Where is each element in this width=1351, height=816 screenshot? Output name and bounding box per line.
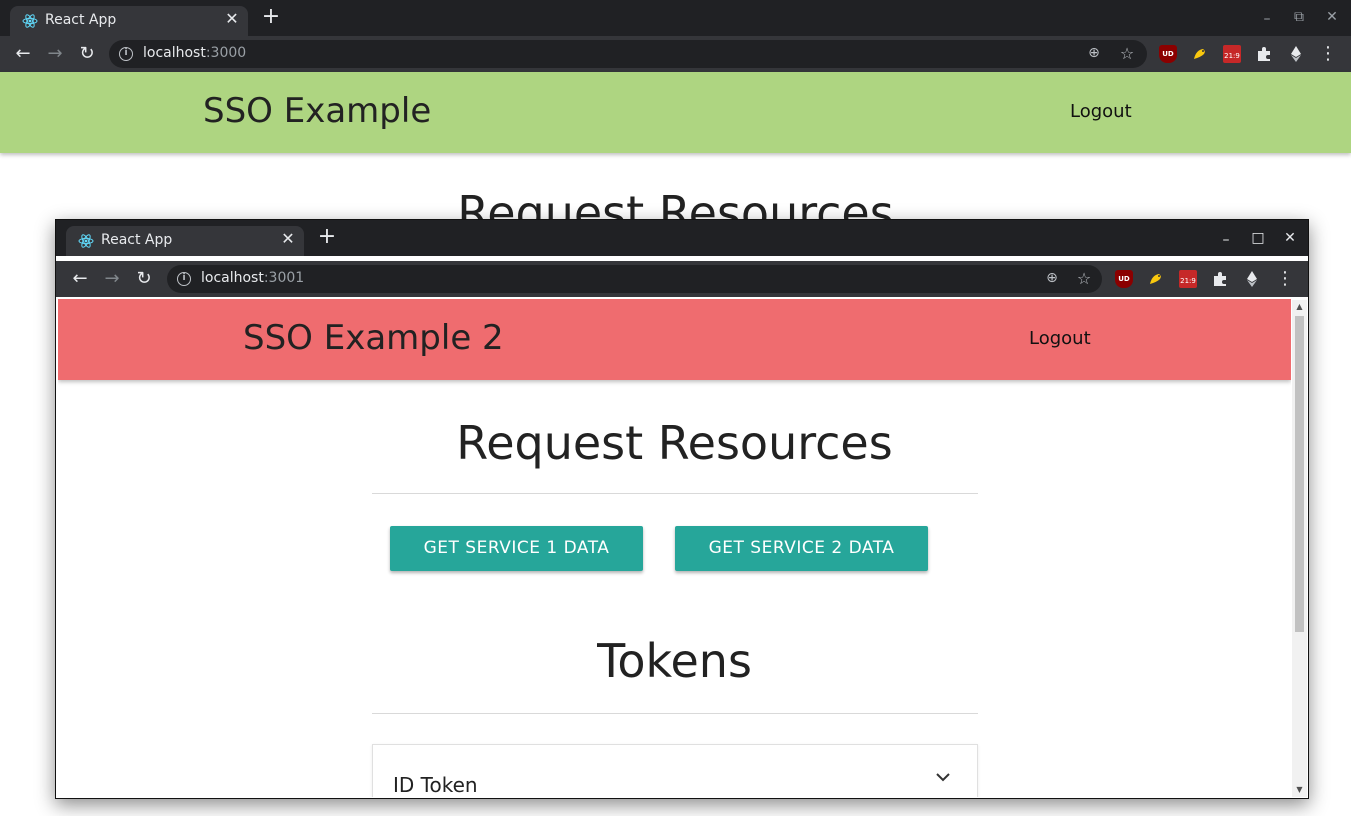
browser-menu-icon[interactable]: ⋮ — [1318, 42, 1338, 66]
ublock-extension-icon[interactable]: UD — [1115, 270, 1133, 288]
section-divider — [372, 713, 978, 714]
scroll-up-icon[interactable]: ▲ — [1292, 300, 1307, 314]
new-tab-icon[interactable]: + — [316, 226, 338, 249]
url-text: localhost:3000 — [143, 45, 247, 61]
zoom-icon[interactable]: ⊕ — [1085, 45, 1103, 63]
logout-link[interactable]: Logout — [1029, 328, 1091, 349]
get-service-1-button[interactable]: GET SERVICE 1 DATA — [390, 526, 643, 571]
browser-window-front: React App ✕ + – □ ✕ ← → ↻ i localhost:30… — [55, 219, 1309, 799]
id-token-header[interactable]: ID Token — [393, 773, 478, 797]
logout-link[interactable]: Logout — [1070, 101, 1132, 122]
url-text: localhost:3001 — [201, 270, 305, 286]
tab-close-icon[interactable]: ✕ — [278, 229, 298, 249]
reload-icon[interactable]: ↻ — [132, 267, 156, 291]
yellow-extension-icon[interactable] — [1147, 270, 1165, 288]
tab-react-app[interactable]: React App ✕ — [66, 226, 304, 256]
restore-icon[interactable]: ⧉ — [1287, 7, 1311, 27]
youtube-ratio-extension-icon[interactable]: 21:9 — [1223, 45, 1241, 63]
tab-title: React App — [45, 12, 117, 28]
browser-toolbar: ← → ↻ i localhost:3001 ⊕ ☆ UD 21:9 ⋮ — [56, 261, 1308, 297]
page-scrollbar[interactable]: ▲ ▼ — [1292, 300, 1307, 797]
back-icon[interactable]: ← — [68, 267, 92, 291]
scroll-down-icon[interactable]: ▼ — [1292, 783, 1307, 797]
new-tab-icon[interactable]: + — [260, 6, 282, 29]
ublock-extension-icon[interactable]: UD — [1159, 45, 1177, 63]
ethereum-extension-icon[interactable] — [1287, 45, 1305, 63]
app-header: SSO Example 2 Logout — [58, 299, 1291, 380]
youtube-ratio-extension-icon[interactable]: 21:9 — [1179, 270, 1197, 288]
puzzle-extensions-icon[interactable] — [1211, 270, 1229, 288]
app-header: SSO Example Logout — [0, 72, 1351, 153]
zoom-icon[interactable]: ⊕ — [1043, 270, 1061, 288]
ethereum-extension-icon[interactable] — [1243, 270, 1261, 288]
window-close-icon[interactable]: ✕ — [1320, 7, 1344, 27]
yellow-extension-icon[interactable] — [1191, 45, 1209, 63]
bookmark-star-icon[interactable]: ☆ — [1118, 44, 1136, 63]
chevron-down-icon[interactable] — [933, 767, 953, 787]
address-bar[interactable]: i localhost:3000 ⊕ ☆ — [109, 40, 1147, 68]
window-close-icon[interactable]: ✕ — [1278, 228, 1302, 248]
tab-close-icon[interactable]: ✕ — [222, 9, 242, 29]
section-divider — [372, 493, 978, 494]
minimize-icon[interactable]: – — [1255, 9, 1279, 29]
puzzle-extensions-icon[interactable] — [1255, 45, 1273, 63]
forward-icon[interactable]: → — [100, 267, 124, 291]
react-favicon-icon — [78, 234, 94, 248]
site-info-icon[interactable]: i — [177, 272, 191, 286]
bookmark-star-icon[interactable]: ☆ — [1075, 269, 1093, 288]
brand-logo[interactable]: SSO Example 2 — [243, 318, 504, 358]
token-collapsible: ID Token — [372, 744, 978, 797]
address-bar[interactable]: i localhost:3001 ⊕ ☆ — [167, 265, 1102, 293]
get-service-2-button[interactable]: GET SERVICE 2 DATA — [675, 526, 928, 571]
back-icon[interactable]: ← — [11, 42, 35, 66]
request-resources-heading: Request Resources — [456, 416, 893, 470]
site-info-icon[interactable]: i — [119, 47, 133, 61]
tab-title: React App — [101, 232, 173, 248]
tab-react-app[interactable]: React App ✕ — [10, 6, 248, 36]
page-viewport: SSO Example 2 Logout Request Resources G… — [58, 299, 1291, 797]
minimize-icon[interactable]: – — [1214, 230, 1238, 250]
forward-icon[interactable]: → — [43, 42, 67, 66]
react-favicon-icon — [22, 14, 38, 28]
browser-toolbar: ← → ↻ i localhost:3000 ⊕ ☆ UD 21:9 ⋮ — [0, 36, 1351, 72]
brand-logo[interactable]: SSO Example — [203, 91, 431, 131]
maximize-icon[interactable]: □ — [1246, 228, 1270, 248]
tokens-heading: Tokens — [597, 634, 752, 688]
browser-menu-icon[interactable]: ⋮ — [1275, 267, 1295, 291]
tab-strip: React App ✕ + – □ ✕ — [56, 220, 1308, 256]
scrollbar-thumb[interactable] — [1295, 316, 1304, 632]
reload-icon[interactable]: ↻ — [75, 42, 99, 66]
tab-strip: React App ✕ + – ⧉ ✕ — [0, 0, 1351, 36]
